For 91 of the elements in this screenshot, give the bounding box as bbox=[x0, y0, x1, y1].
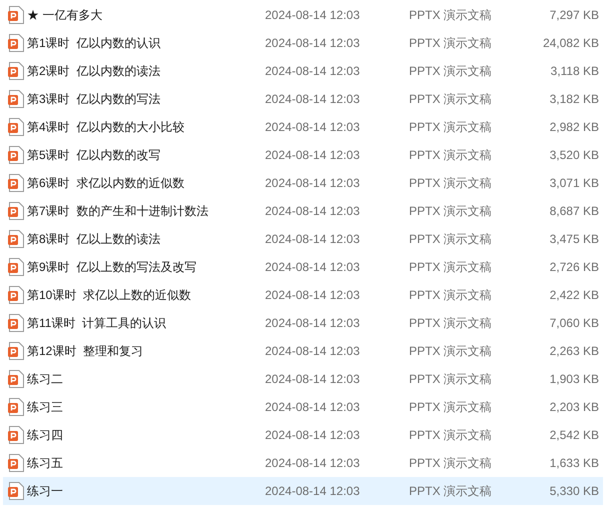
file-size: 3,182 KB bbox=[548, 91, 599, 108]
file-name: 第2课时 亿以内数的读法 bbox=[27, 63, 162, 80]
file-type: PPTX 演示文稿 bbox=[409, 287, 493, 304]
file-date: 2024-08-14 12:03 bbox=[265, 175, 361, 192]
file-size: 1,903 KB bbox=[548, 371, 599, 388]
file-name: 第1课时 亿以内数的认识 bbox=[27, 35, 162, 52]
presentation-file-icon bbox=[8, 202, 24, 220]
file-name: 第8课时 亿以上数的读法 bbox=[27, 231, 162, 248]
file-size: 2,263 KB bbox=[548, 343, 599, 360]
file-date: 2024-08-14 12:03 bbox=[265, 455, 361, 472]
presentation-file-icon bbox=[8, 314, 24, 332]
file-date: 2024-08-14 12:03 bbox=[265, 119, 361, 136]
presentation-file-icon bbox=[8, 90, 24, 108]
presentation-file-icon bbox=[8, 398, 24, 416]
file-date: 2024-08-14 12:03 bbox=[265, 35, 361, 52]
file-name: 第5课时 亿以内数的改写 bbox=[27, 147, 162, 164]
file-type: PPTX 演示文稿 bbox=[409, 259, 493, 276]
file-size: 3,071 KB bbox=[548, 175, 599, 192]
file-size: 7,060 KB bbox=[548, 315, 599, 332]
file-date: 2024-08-14 12:03 bbox=[265, 343, 361, 360]
file-size: 2,203 KB bbox=[548, 399, 599, 416]
file-date: 2024-08-14 12:03 bbox=[265, 371, 361, 388]
presentation-file-icon bbox=[8, 62, 24, 80]
file-date: 2024-08-14 12:03 bbox=[265, 287, 361, 304]
file-type: PPTX 演示文稿 bbox=[409, 231, 493, 248]
file-date: 2024-08-14 12:03 bbox=[265, 147, 361, 164]
file-type: PPTX 演示文稿 bbox=[409, 35, 493, 52]
file-type: PPTX 演示文稿 bbox=[409, 91, 493, 108]
presentation-file-icon bbox=[8, 454, 24, 472]
file-row[interactable]: 练习一 2024-08-14 12:03 PPTX 演示文稿 5,330 KB bbox=[3, 477, 603, 505]
file-name: 练习三 bbox=[27, 399, 64, 416]
file-type: PPTX 演示文稿 bbox=[409, 483, 493, 500]
file-size: 5,330 KB bbox=[548, 483, 599, 500]
file-name: 第6课时 求亿以内数的近似数 bbox=[27, 175, 186, 192]
presentation-file-icon bbox=[8, 370, 24, 388]
presentation-file-icon bbox=[8, 6, 24, 24]
presentation-file-icon bbox=[8, 482, 24, 500]
file-size: 2,982 KB bbox=[548, 119, 599, 136]
file-date: 2024-08-14 12:03 bbox=[265, 259, 361, 276]
file-type: PPTX 演示文稿 bbox=[409, 175, 493, 192]
file-type: PPTX 演示文稿 bbox=[409, 343, 493, 360]
file-type: PPTX 演示文稿 bbox=[409, 455, 493, 472]
file-size: 2,726 KB bbox=[548, 259, 599, 276]
file-type: PPTX 演示文稿 bbox=[409, 315, 493, 332]
file-date: 2024-08-14 12:03 bbox=[265, 399, 361, 416]
presentation-file-icon bbox=[8, 118, 24, 136]
file-date: 2024-08-14 12:03 bbox=[265, 203, 361, 220]
file-size: 3,118 KB bbox=[550, 63, 599, 80]
file-date: 2024-08-14 12:03 bbox=[265, 315, 361, 332]
file-type: PPTX 演示文稿 bbox=[409, 371, 493, 388]
file-name: 练习四 bbox=[27, 427, 64, 444]
file-name: 第11课时 计算工具的认识 bbox=[27, 315, 168, 332]
file-size: 3,520 KB bbox=[548, 147, 599, 164]
file-type: PPTX 演示文稿 bbox=[409, 203, 493, 220]
file-date: 2024-08-14 12:03 bbox=[265, 231, 361, 248]
file-type: PPTX 演示文稿 bbox=[409, 399, 493, 416]
file-name: ★ 一亿有多大 bbox=[27, 7, 104, 24]
presentation-file-icon bbox=[8, 146, 24, 164]
file-name: 练习一 bbox=[27, 483, 64, 500]
presentation-file-icon bbox=[8, 174, 24, 192]
file-name: 第4课时 亿以内数的大小比较 bbox=[27, 119, 186, 136]
file-name: 第10课时 求亿以上数的近似数 bbox=[27, 287, 192, 304]
presentation-file-icon bbox=[8, 230, 24, 248]
file-type: PPTX 演示文稿 bbox=[409, 427, 493, 444]
file-size: 8,687 KB bbox=[548, 203, 599, 220]
presentation-file-icon bbox=[8, 342, 24, 360]
file-type: PPTX 演示文稿 bbox=[409, 63, 493, 80]
file-type: PPTX 演示文稿 bbox=[409, 7, 493, 24]
file-size: 1,633 KB bbox=[548, 455, 599, 472]
presentation-file-icon bbox=[8, 258, 24, 276]
file-name: 第9课时 亿以上数的写法及改写 bbox=[27, 259, 198, 276]
presentation-file-icon bbox=[8, 34, 24, 52]
file-type: PPTX 演示文稿 bbox=[409, 119, 493, 136]
file-name: 第3课时 亿以内数的写法 bbox=[27, 91, 162, 108]
file-size: 7,297 KB bbox=[548, 7, 599, 24]
file-date: 2024-08-14 12:03 bbox=[265, 7, 361, 24]
file-date: 2024-08-14 12:03 bbox=[265, 427, 361, 444]
file-size: 24,082 KB bbox=[542, 35, 599, 52]
file-date: 2024-08-14 12:03 bbox=[265, 63, 361, 80]
file-date: 2024-08-14 12:03 bbox=[265, 91, 361, 108]
file-name: 练习五 bbox=[27, 455, 64, 472]
file-size: 3,475 KB bbox=[548, 231, 599, 248]
file-size: 2,422 KB bbox=[548, 287, 599, 304]
presentation-file-icon bbox=[8, 286, 24, 304]
file-name: 第12课时 整理和复习 bbox=[27, 343, 144, 360]
file-date: 2024-08-14 12:03 bbox=[265, 483, 361, 500]
presentation-file-icon bbox=[8, 426, 24, 444]
file-size: 2,542 KB bbox=[548, 427, 599, 444]
file-type: PPTX 演示文稿 bbox=[409, 147, 493, 164]
file-name: 练习二 bbox=[27, 371, 64, 388]
file-name: 第7课时 数的产生和十进制计数法 bbox=[27, 203, 210, 220]
